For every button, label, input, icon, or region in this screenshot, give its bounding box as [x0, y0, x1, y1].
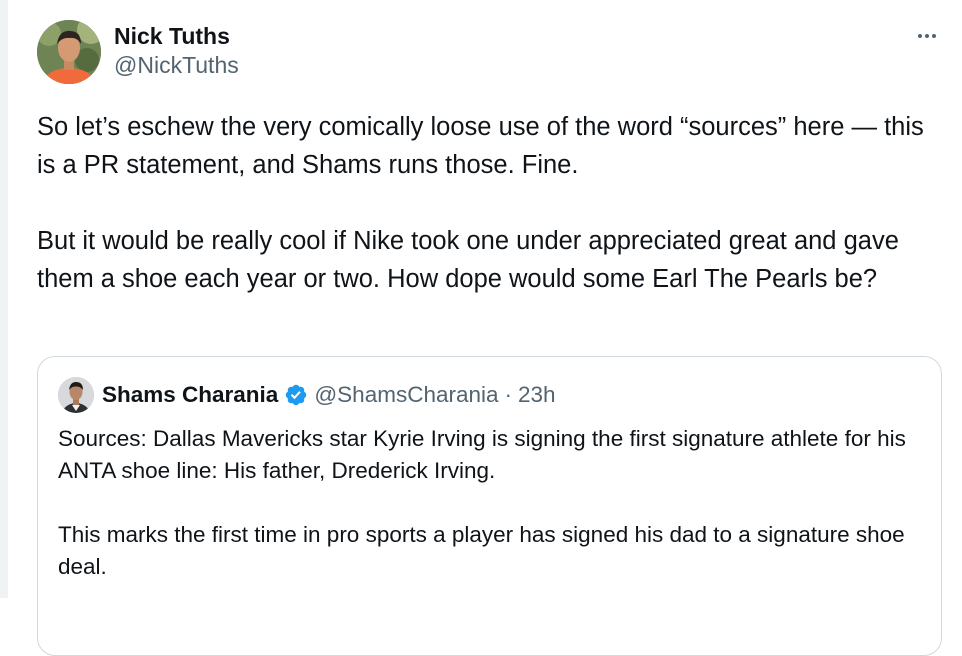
more-options-icon[interactable]	[912, 24, 942, 48]
quoted-tweet[interactable]: Shams Charania @ShamsCharania · 23h Sour…	[37, 356, 942, 656]
quoted-tweet-paragraph: Sources: Dallas Mavericks star Kyrie Irv…	[58, 426, 906, 483]
quoted-author-avatar[interactable]	[58, 377, 94, 413]
more-dot	[925, 34, 929, 38]
quoted-tweet-timestamp[interactable]: 23h	[518, 382, 556, 408]
author-handle[interactable]: @NickTuths	[114, 50, 239, 80]
left-divider	[0, 0, 8, 598]
quoted-tweet-paragraph: This marks the first time in pro sports …	[58, 522, 905, 579]
author-display-name[interactable]: Nick Tuths	[114, 22, 239, 50]
quoted-author-display-name[interactable]: Shams Charania	[102, 382, 278, 408]
tweet-header: Nick Tuths @NickTuths	[37, 20, 942, 84]
verified-badge-icon	[286, 384, 307, 406]
tweet-paragraph: So let’s eschew the very comically loose…	[37, 113, 924, 179]
tweet: Nick Tuths @NickTuths So let’s eschew th…	[37, 20, 942, 656]
meta-separator: ·	[504, 382, 513, 407]
tweet-paragraph: But it would be really cool if Nike took…	[37, 227, 899, 293]
person-avatar-icon	[58, 377, 94, 413]
more-dot	[932, 34, 936, 38]
author-avatar[interactable]	[37, 20, 101, 84]
more-dot	[918, 34, 922, 38]
quoted-tweet-body: Sources: Dallas Mavericks star Kyrie Irv…	[58, 423, 928, 583]
tweet-body: So let’s eschew the very comically loose…	[37, 108, 937, 298]
person-avatar-icon	[37, 20, 101, 84]
quoted-author-handle[interactable]: @ShamsCharania	[314, 382, 498, 408]
quoted-tweet-header: Shams Charania @ShamsCharania · 23h	[58, 377, 556, 413]
